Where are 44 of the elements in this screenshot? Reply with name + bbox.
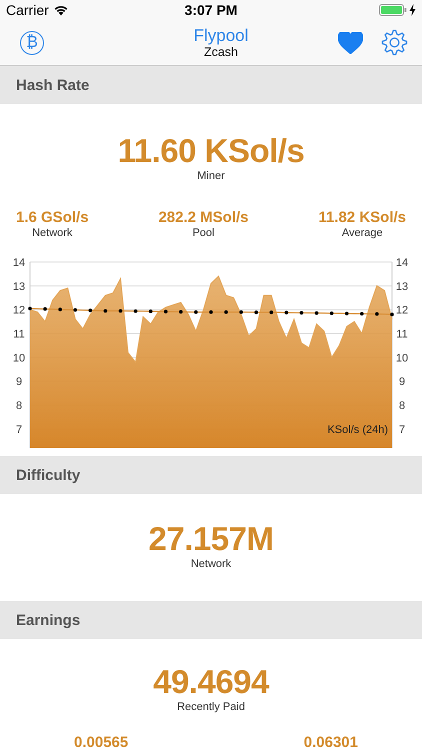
nav-title: Flypool bbox=[194, 26, 248, 45]
stat-label: Pool bbox=[192, 227, 214, 240]
axis-tick-label: 13 bbox=[12, 280, 26, 293]
axis-tick-label: 7 bbox=[398, 424, 406, 436]
axis-tick-label: 11 bbox=[13, 328, 25, 341]
section-header: Difficulty bbox=[0, 456, 422, 494]
stat-value: 11.82 KSol/s bbox=[318, 209, 406, 227]
unit-label: KSol/s (24h) bbox=[327, 424, 388, 436]
stat-value: 0.06301 bbox=[304, 734, 358, 750]
status-time: 3:07 PM bbox=[184, 2, 238, 18]
axis-tick-label: 13 bbox=[396, 280, 408, 293]
charging-icon bbox=[409, 4, 416, 16]
axis-tick-label: 7 bbox=[16, 424, 22, 436]
stat-label: Network bbox=[32, 227, 72, 240]
axis-tick-label: 12 bbox=[396, 304, 408, 317]
main-value: 11.60 KSol/s bbox=[118, 132, 304, 170]
axis-tick-label: 14 bbox=[12, 257, 26, 269]
heart-icon[interactable] bbox=[338, 32, 363, 54]
axis-tick-label: 10 bbox=[396, 352, 408, 364]
carrier-label: Carrier bbox=[6, 2, 49, 18]
main-label: Miner bbox=[197, 170, 225, 183]
axis-tick-label: 14 bbox=[396, 257, 408, 269]
axis-tick-label: 11 bbox=[396, 328, 408, 341]
nav-subtitle: Zcash bbox=[204, 45, 238, 59]
stat-value: 282.2 MSol/s bbox=[158, 209, 249, 227]
settings-icon[interactable] bbox=[381, 29, 408, 56]
bitcoin-icon[interactable]: ₿ bbox=[20, 30, 44, 54]
section-header: Earnings bbox=[0, 601, 422, 639]
axis-tick-label: 8 bbox=[398, 400, 406, 412]
stat-value: 0.00565 bbox=[74, 734, 128, 750]
axis-tick-label: 9 bbox=[16, 376, 22, 388]
main-label: Network bbox=[190, 558, 232, 571]
wifi-icon bbox=[52, 4, 69, 16]
axis-tick-label: 10 bbox=[12, 352, 26, 364]
stat-value: 1.6 GSol/s bbox=[16, 209, 89, 227]
battery-icon bbox=[379, 4, 408, 16]
main-value: 49.4694 bbox=[153, 663, 269, 701]
axis-tick-label: 12 bbox=[12, 304, 26, 317]
main-label: Recently Paid bbox=[177, 701, 245, 714]
section-header: Hash Rate bbox=[0, 66, 422, 104]
main-value: 27.157M bbox=[148, 520, 274, 558]
axis-tick-label: 9 bbox=[398, 376, 406, 388]
stat-label: Average bbox=[342, 227, 383, 240]
axis-tick-label: 8 bbox=[16, 400, 22, 412]
